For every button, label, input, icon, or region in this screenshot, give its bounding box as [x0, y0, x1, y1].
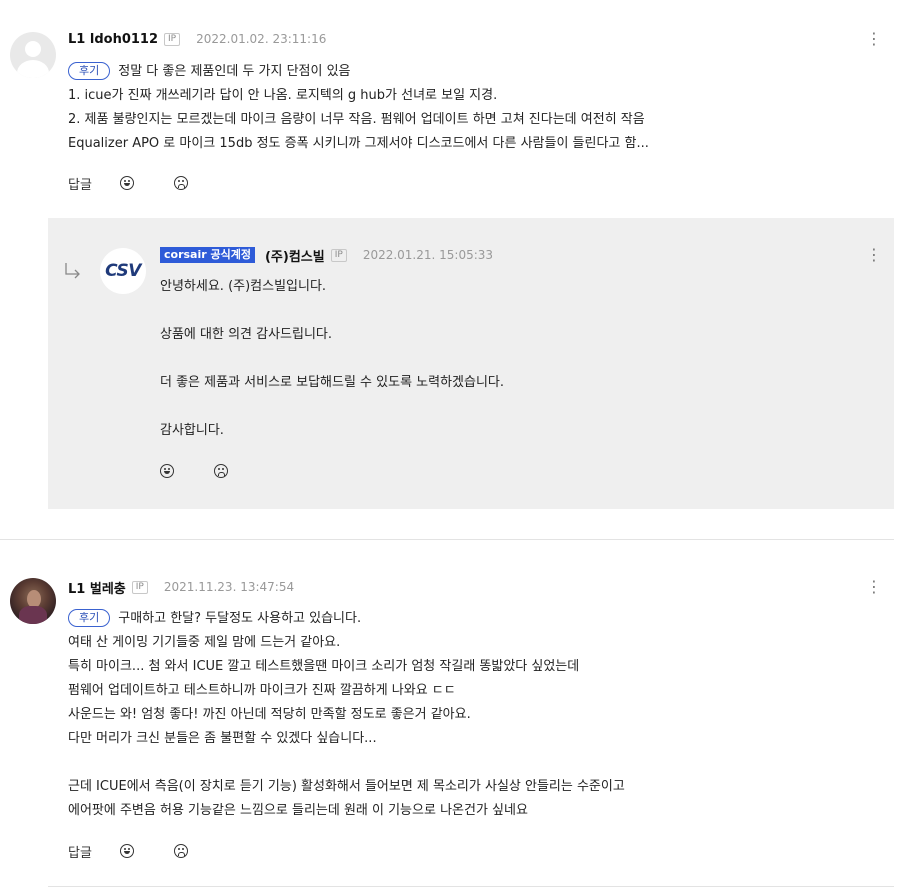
more-vertical-icon[interactable]: ⋮	[866, 30, 882, 48]
comment-date: 2021.11.23. 13:47:54	[163, 580, 295, 594]
more-vertical-icon[interactable]: ⋮	[866, 578, 882, 596]
default-avatar-icon[interactable]	[10, 32, 56, 78]
reply-actions	[160, 461, 268, 481]
divider	[0, 539, 894, 540]
reply-button[interactable]: 답글	[68, 842, 92, 861]
reply-body: 안녕하세요. (주)컴스빌입니다. 상품에 대한 의견 감사드립니다. 더 좋은…	[160, 279, 505, 438]
frown-icon[interactable]	[173, 176, 188, 190]
comment-meta: L1 ldoh0112 IP 2022.01.02. 23:11:16	[68, 30, 326, 48]
author-name[interactable]: L1 ldoh0112	[68, 32, 158, 47]
comment-body: 후기 정말 다 좋은 제품인데 두 가지 단점이 있음 1. icue가 진짜 개…	[68, 62, 649, 151]
more-vertical-icon[interactable]: ⋮	[866, 246, 882, 264]
review-tag[interactable]: 후기	[68, 62, 111, 80]
comment-actions: 답글	[68, 841, 228, 861]
ip-badge: IP	[131, 580, 148, 594]
reply-button[interactable]: 답글	[68, 174, 92, 193]
company-logo[interactable]: CSV	[100, 248, 146, 294]
user-avatar[interactable]	[10, 578, 56, 624]
divider	[48, 886, 894, 887]
ip-badge: IP	[164, 32, 181, 46]
frown-icon[interactable]	[214, 464, 228, 478]
reply-meta: corsair 공식계정 (주)컴스빌 IP 2022.01.21. 15:05…	[160, 246, 494, 265]
author-name[interactable]: L1 벌레충	[68, 578, 126, 597]
reply-author[interactable]: (주)컴스빌	[265, 246, 325, 265]
reply-date: 2022.01.21. 15:05:33	[362, 248, 494, 262]
smile-icon[interactable]	[119, 844, 134, 858]
comment-meta: L1 벌레충 IP 2021.11.23. 13:47:54	[68, 578, 295, 597]
official-reply: CSV corsair 공식계정 (주)컴스빌 IP 2022.01.21. 1…	[48, 218, 894, 509]
comment-2: L1 벌레충 IP 2021.11.23. 13:47:54 ⋮ 후기 구매하고 …	[0, 560, 901, 893]
comment-date: 2022.01.02. 23:11:16	[196, 32, 327, 46]
frown-icon[interactable]	[173, 844, 188, 858]
review-tag[interactable]: 후기	[68, 609, 111, 627]
smile-icon[interactable]	[119, 176, 134, 190]
comment-actions: 답글	[68, 173, 228, 193]
ip-badge: IP	[330, 248, 347, 262]
official-account-badge: corsair 공식계정	[160, 247, 255, 263]
comment-1: L1 ldoh0112 IP 2022.01.02. 23:11:16 ⋮ 후기…	[0, 0, 901, 210]
reply-arrow-icon	[65, 263, 80, 279]
smile-icon[interactable]	[160, 464, 174, 478]
comment-body: 후기 구매하고 한달? 두달정도 사용하고 있습니다. 여태 산 게이밍 기기들중…	[68, 609, 625, 818]
